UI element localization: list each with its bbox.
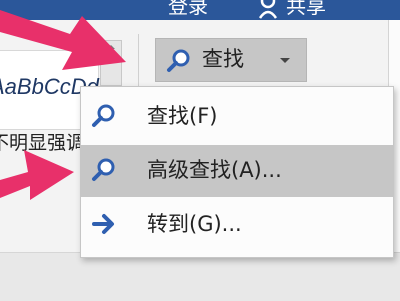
menu-item-advanced-find[interactable]: 高级查找(A)... [81,145,393,197]
find-dropdown-menu: 查找(F) 高级查找(A)... 转到(G)... [80,86,394,258]
title-bar: 登录 共享 [0,0,400,20]
find-split-button[interactable]: 查找 [155,38,307,82]
style-name-label[interactable]: 不明显强调 [0,128,85,155]
share-icon[interactable] [258,0,284,20]
menu-item-label: 高级查找(A)... [147,158,282,182]
find-button-label: 查找 [202,47,244,71]
group-divider [138,34,139,94]
menu-item-go-to[interactable]: 转到(G)... [81,199,393,251]
menu-item-find[interactable]: 查找(F) [81,91,393,143]
search-icon [167,49,190,72]
menu-item-label: 查找(F) [147,104,218,128]
chevron-down-icon[interactable] [280,58,290,63]
menu-item-label: 转到(G)... [147,212,242,236]
gallery-scroll-up-button[interactable] [100,40,122,86]
search-icon [92,104,115,127]
right-arrow-icon [92,214,114,234]
chevron-up-icon [107,45,115,49]
search-icon [92,158,115,181]
document-area [0,252,400,301]
login-link[interactable]: 登录 [168,0,208,20]
share-button[interactable]: 共享 [286,0,326,20]
